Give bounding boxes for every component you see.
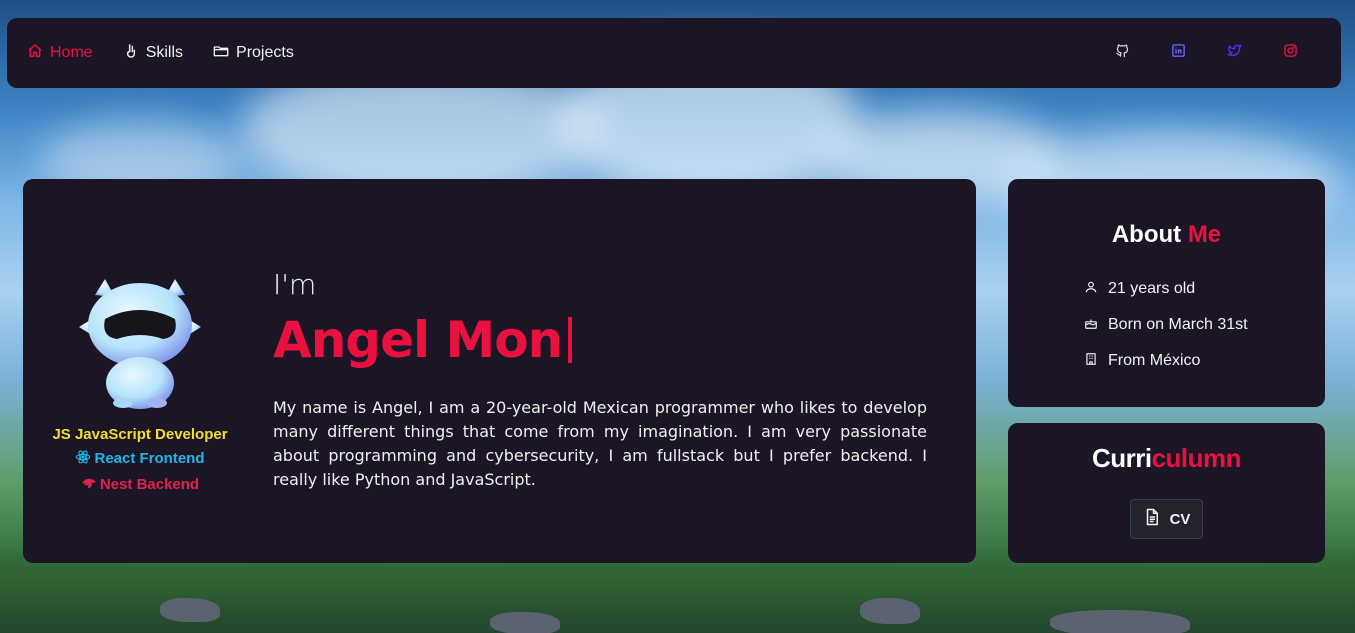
about-card: About Me 21 years old Born on March 31st… xyxy=(1008,179,1325,407)
about-title-accent: Me xyxy=(1187,221,1222,248)
instagram-icon xyxy=(1283,43,1298,63)
background-rock xyxy=(860,598,920,624)
linkedin-icon xyxy=(1171,43,1186,63)
twitter-link[interactable] xyxy=(1226,43,1242,63)
background-rock xyxy=(160,598,220,622)
document-icon xyxy=(1143,508,1161,530)
navbar: Home Skills Projects xyxy=(7,18,1341,88)
cv-download-button[interactable]: CV xyxy=(1130,499,1203,539)
hero-name-text: Angel Mon xyxy=(273,311,563,369)
tag-nest-label: Nest Backend xyxy=(99,476,200,493)
github-link[interactable] xyxy=(1114,43,1130,63)
nav-item-label: Projects xyxy=(236,44,294,61)
folder-icon xyxy=(213,43,229,64)
about-item-text: 21 years old xyxy=(1108,280,1196,297)
nav-item-skills[interactable]: Skills xyxy=(123,43,183,64)
about-item-birthday: Born on March 31st xyxy=(1084,307,1248,343)
curriculum-title-main: Curri xyxy=(1091,443,1152,473)
about-item-text: From México xyxy=(1108,352,1201,369)
intro-text: I'm xyxy=(273,268,317,301)
role-tags: JS JavaScript Developer React Frontend N… xyxy=(23,423,257,499)
js-badge: JS xyxy=(52,426,71,443)
home-icon xyxy=(27,43,43,64)
typing-caret xyxy=(568,317,573,363)
user-icon xyxy=(1084,280,1098,299)
hero-name: Angel Mon xyxy=(273,311,573,369)
about-item-text: Born on March 31st xyxy=(1108,316,1248,333)
curriculum-title: Curriculumn xyxy=(1008,443,1325,474)
react-icon xyxy=(75,449,91,473)
tag-nest: Nest Backend xyxy=(23,473,257,499)
linkedin-link[interactable] xyxy=(1170,43,1186,63)
nav-item-label: Skills xyxy=(145,44,184,61)
nav-item-home[interactable]: Home xyxy=(27,43,93,64)
tag-javascript-label: JavaScript Developer xyxy=(74,426,228,443)
background-rock xyxy=(1050,610,1190,633)
github-icon xyxy=(1115,43,1130,63)
about-title-main: About xyxy=(1111,221,1182,248)
hand-icon xyxy=(123,43,139,64)
nav-item-projects[interactable]: Projects xyxy=(213,43,294,64)
cake-icon xyxy=(1084,316,1098,335)
curriculum-title-accent: culumn xyxy=(1151,443,1242,473)
nav-links: Home Skills Projects xyxy=(27,43,294,64)
twitter-icon xyxy=(1227,43,1242,63)
social-links xyxy=(1114,43,1321,63)
tag-javascript: JS JavaScript Developer xyxy=(23,423,257,447)
bio-text: My name is Angel, I am a 20-year-old Mex… xyxy=(273,398,927,489)
cv-button-label: CV xyxy=(1169,510,1191,528)
curriculum-card: Curriculumn CV xyxy=(1008,423,1325,563)
avatar xyxy=(75,275,205,410)
instagram-link[interactable] xyxy=(1282,43,1298,63)
background-rock xyxy=(490,612,560,633)
nest-icon xyxy=(81,475,97,499)
building-icon xyxy=(1084,352,1098,371)
about-list: 21 years old Born on March 31st From Méx… xyxy=(1084,271,1248,379)
about-item-origin: From México xyxy=(1084,343,1248,379)
about-item-age: 21 years old xyxy=(1084,271,1248,307)
tag-react: React Frontend xyxy=(23,447,257,473)
nav-item-label: Home xyxy=(50,44,93,61)
hero-card: JS JavaScript Developer React Frontend N… xyxy=(23,179,976,563)
about-title: About Me xyxy=(1008,221,1325,249)
tag-react-label: React Frontend xyxy=(94,450,205,467)
